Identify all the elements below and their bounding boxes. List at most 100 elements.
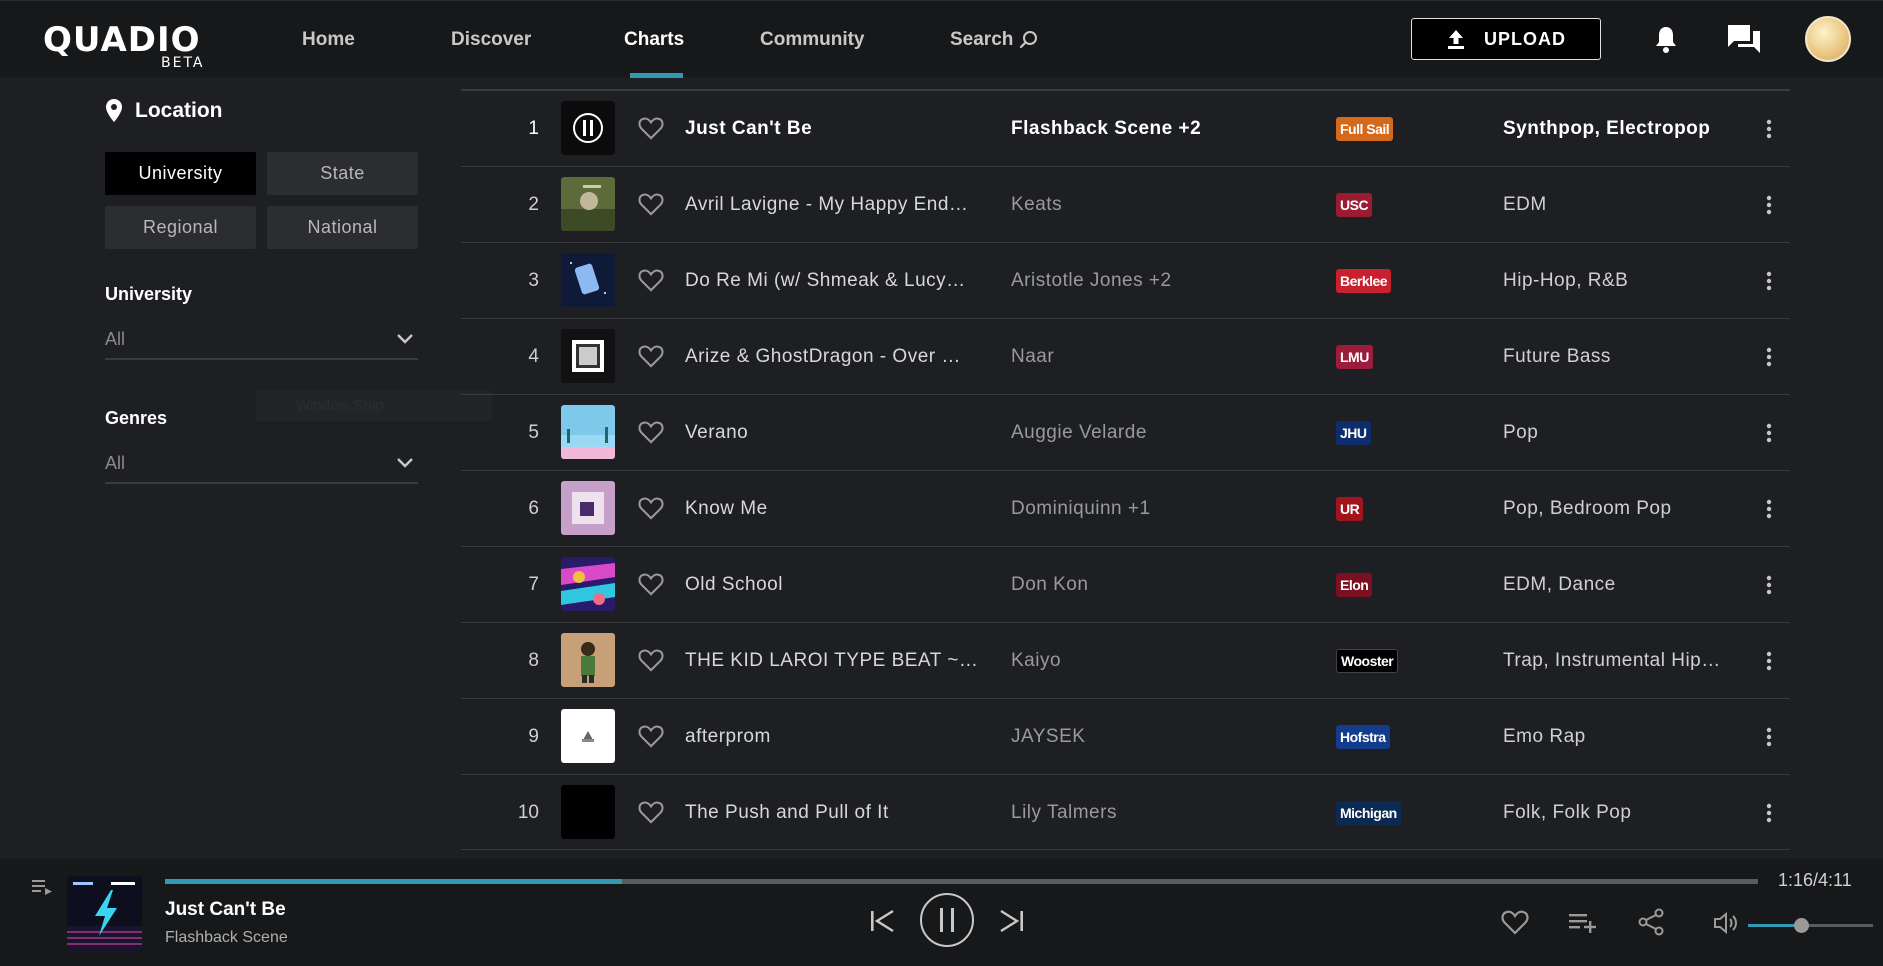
track-title[interactable]: Verano — [685, 395, 985, 470]
track-artwork[interactable] — [561, 557, 615, 611]
track-artist[interactable]: Lily Talmers — [1011, 775, 1311, 850]
track-artist[interactable]: Auggie Velarde — [1011, 395, 1311, 470]
chart-row[interactable]: 7 Old School Don Kon Elon EDM, Dance — [461, 546, 1790, 622]
like-track-button[interactable] — [633, 414, 669, 450]
queue-icon[interactable] — [30, 875, 54, 899]
location-national-button[interactable]: National — [267, 206, 418, 249]
school-badge[interactable]: LMU — [1336, 345, 1373, 369]
track-title[interactable]: afterprom — [685, 699, 985, 774]
volume-slider[interactable] — [1748, 918, 1873, 933]
chart-row[interactable]: 4 Arize & GhostDragon - Over … Naar LMU … — [461, 318, 1790, 394]
like-track-button[interactable] — [633, 262, 669, 298]
like-track-button[interactable] — [633, 186, 669, 222]
share-button[interactable] — [1634, 907, 1668, 937]
previous-button[interactable] — [865, 904, 899, 938]
like-track-button[interactable] — [633, 490, 669, 526]
chart-row[interactable]: 10 The Push and Pull of It Lily Talmers … — [461, 774, 1790, 850]
like-track-button[interactable] — [633, 642, 669, 678]
like-track-button[interactable] — [633, 110, 669, 146]
more-options-button[interactable] — [1751, 339, 1787, 375]
nav-search[interactable]: Search — [950, 1, 1039, 78]
more-options-button[interactable] — [1751, 795, 1787, 831]
chart-row[interactable]: 5 Verano Auggie Velarde JHU Pop — [461, 394, 1790, 470]
more-options-button[interactable] — [1751, 643, 1787, 679]
location-state-button[interactable]: State — [267, 152, 418, 195]
school-badge[interactable]: Full Sail — [1336, 117, 1394, 141]
track-title[interactable]: Just Can't Be — [685, 91, 985, 166]
more-options-button[interactable] — [1751, 415, 1787, 451]
school-badge[interactable]: UR — [1336, 497, 1364, 521]
nav-charts[interactable]: Charts — [624, 1, 684, 78]
track-title[interactable]: THE KID LAROI TYPE BEAT ~… — [685, 623, 985, 698]
track-artist[interactable]: Kaiyo — [1011, 623, 1311, 698]
university-select[interactable]: All — [105, 320, 418, 360]
more-options-button[interactable] — [1751, 263, 1787, 299]
nav-discover[interactable]: Discover — [451, 1, 531, 78]
more-options-button[interactable] — [1751, 491, 1787, 527]
track-artwork[interactable] — [561, 405, 615, 459]
next-button[interactable] — [995, 904, 1029, 938]
chart-row[interactable]: 3 Do Re Mi (w/ Shmeak & Lucy… Aristotle … — [461, 242, 1790, 318]
location-university-button[interactable]: University — [105, 152, 256, 195]
add-to-queue-button[interactable] — [1565, 907, 1599, 937]
quadio-logo[interactable]: QUADIO BETA — [43, 23, 233, 73]
pause-button[interactable] — [920, 893, 974, 947]
user-avatar[interactable] — [1805, 16, 1851, 62]
chart-row[interactable]: 2 Avril Lavigne - My Happy End… Keats US… — [461, 166, 1790, 242]
more-options-button[interactable] — [1751, 111, 1787, 147]
now-playing-artwork[interactable] — [67, 876, 142, 951]
chart-row[interactable]: 8 THE KID LAROI TYPE BEAT ~… Kaiyo Woost… — [461, 622, 1790, 698]
genres-select[interactable]: All — [105, 444, 418, 484]
nav-home[interactable]: Home — [302, 1, 355, 78]
upload-button[interactable]: UPLOAD — [1411, 18, 1601, 60]
like-track-button[interactable] — [633, 566, 669, 602]
school-badge[interactable]: Berklee — [1336, 269, 1392, 293]
school-badge[interactable]: Wooster — [1336, 649, 1399, 673]
track-artwork[interactable] — [561, 101, 615, 155]
track-artwork[interactable] — [561, 329, 615, 383]
track-artwork[interactable] — [561, 633, 615, 687]
notifications-button[interactable] — [1648, 21, 1684, 57]
like-track-button[interactable] — [633, 718, 669, 754]
track-artwork[interactable] — [561, 177, 615, 231]
now-playing-artist[interactable]: Flashback Scene — [165, 929, 288, 947]
like-track-button[interactable] — [633, 794, 669, 830]
track-title[interactable]: Arize & GhostDragon - Over … — [685, 319, 985, 394]
like-track-button[interactable] — [633, 338, 669, 374]
chart-row[interactable]: 6 Know Me Dominiquinn +1 UR Pop, Bedroom… — [461, 470, 1790, 546]
volume-button[interactable] — [1711, 909, 1741, 937]
more-options-button[interactable] — [1751, 567, 1787, 603]
now-playing-title[interactable]: Just Can't Be — [165, 899, 286, 921]
track-artist[interactable]: JAYSEK — [1011, 699, 1311, 774]
location-regional-button[interactable]: Regional — [105, 206, 256, 249]
track-artist[interactable]: Aristotle Jones +2 — [1011, 243, 1311, 318]
track-title[interactable]: Do Re Mi (w/ Shmeak & Lucy… — [685, 243, 985, 318]
track-title[interactable]: Old School — [685, 547, 985, 622]
track-artwork[interactable] — [561, 481, 615, 535]
more-options-button[interactable] — [1751, 719, 1787, 755]
track-title[interactable]: Avril Lavigne - My Happy End… — [685, 167, 985, 242]
messages-button[interactable] — [1726, 21, 1762, 57]
track-artist[interactable]: Naar — [1011, 319, 1311, 394]
school-badge[interactable]: Elon — [1336, 573, 1373, 597]
track-artwork[interactable] — [561, 785, 615, 839]
chart-row[interactable]: 9 afterprom JAYSEK Hofstra Emo Rap — [461, 698, 1790, 774]
track-artist[interactable]: Dominiquinn +1 — [1011, 471, 1311, 546]
school-badge[interactable]: Michigan — [1336, 801, 1401, 825]
track-title[interactable]: Know Me — [685, 471, 985, 546]
school-badge[interactable]: USC — [1336, 193, 1373, 217]
chart-row[interactable]: 1 Just Can't Be Flashback Scene +2 Full … — [461, 90, 1790, 166]
track-artist[interactable]: Flashback Scene +2 — [1011, 91, 1311, 166]
school-badge[interactable]: Hofstra — [1336, 725, 1390, 749]
like-button[interactable] — [1498, 907, 1532, 937]
progress-bar[interactable] — [165, 879, 1758, 884]
more-options-button[interactable] — [1751, 187, 1787, 223]
nav-community[interactable]: Community — [760, 1, 865, 78]
track-title[interactable]: The Push and Pull of It — [685, 775, 985, 850]
volume-knob[interactable] — [1793, 918, 1809, 933]
track-artist[interactable]: Keats — [1011, 167, 1311, 242]
track-artist[interactable]: Don Kon — [1011, 547, 1311, 622]
school-badge[interactable]: JHU — [1336, 421, 1371, 445]
track-artwork[interactable] — [561, 253, 615, 307]
track-artwork[interactable] — [561, 709, 615, 763]
